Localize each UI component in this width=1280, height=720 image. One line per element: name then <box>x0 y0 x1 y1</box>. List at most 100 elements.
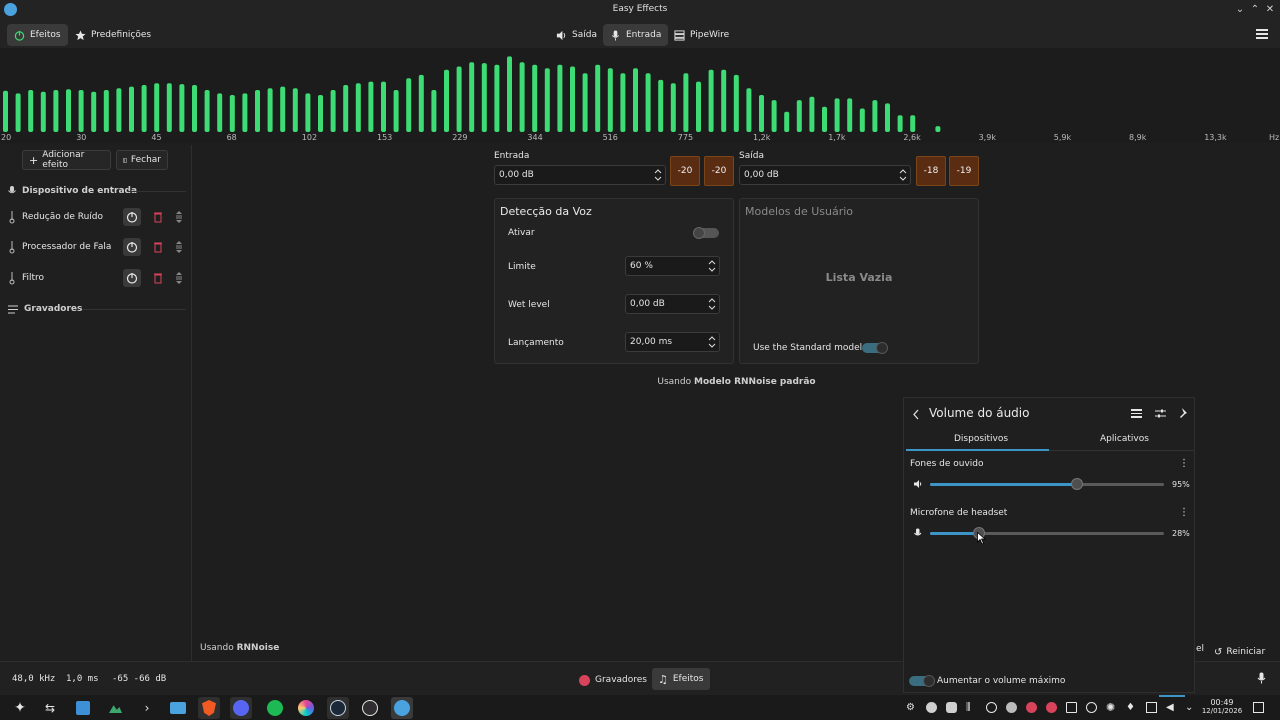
frequency-tick-label: 8,9k <box>1129 133 1147 142</box>
power-icon <box>126 242 138 253</box>
color-picker-icon[interactable] <box>295 697 317 719</box>
boost-volume-toggle[interactable] <box>909 675 935 687</box>
speaker-icon[interactable] <box>913 479 923 489</box>
tray-record-alt-icon[interactable] <box>1046 702 1057 713</box>
tray-brightness-icon[interactable]: ✺ <box>1106 702 1117 713</box>
spectrum-bar <box>733 74 739 132</box>
spotify-icon[interactable] <box>264 697 286 719</box>
spin-arrows-icon[interactable] <box>708 336 716 348</box>
tray-microphone-icon[interactable]: ♦ <box>1126 702 1137 713</box>
enable-toggle[interactable] <box>693 227 719 239</box>
hamburger-menu-icon[interactable] <box>1256 29 1268 39</box>
effect-row-noise-reduction[interactable]: Redução de Ruído <box>8 204 188 230</box>
spectrum-bar <box>746 88 752 132</box>
device-menu-icon[interactable]: ⋮ <box>1179 458 1189 469</box>
frequency-tick-label: 516 <box>602 133 618 142</box>
trash-icon[interactable] <box>153 211 163 223</box>
task-switcher-icon[interactable]: ⇆ <box>39 697 61 719</box>
effect-power-button[interactable] <box>123 208 141 226</box>
spectrum-bar <box>179 84 185 132</box>
clock-date[interactable]: 12/01/2026 <box>1201 707 1243 715</box>
drag-handle-icon[interactable] <box>175 241 183 253</box>
tray-volume-icon[interactable]: ◀ <box>1166 702 1177 713</box>
star-icon <box>75 29 86 40</box>
tray-mixer-icon[interactable]: ⫼ <box>966 702 977 713</box>
microphone-tray-icon[interactable] <box>1257 672 1266 684</box>
tray-clipboard-icon[interactable] <box>1066 702 1077 713</box>
microphone-icon[interactable] <box>913 528 923 538</box>
steam-icon[interactable] <box>327 697 349 719</box>
tray-record-icon[interactable] <box>1026 702 1037 713</box>
terminal-icon[interactable]: › <box>136 697 158 719</box>
show-desktop-icon[interactable] <box>1253 702 1264 713</box>
spectrum-bar <box>809 96 815 132</box>
clock-time[interactable]: 00:49 <box>1205 698 1239 707</box>
output-gain-spinbox[interactable]: 0,00 dB <box>739 165 911 185</box>
tray-discord-icon[interactable] <box>926 702 937 713</box>
effects-bottom-button[interactable]: ♫ Efeitos <box>652 668 710 690</box>
effect-power-button[interactable] <box>123 238 141 256</box>
trash-icon[interactable] <box>153 272 163 284</box>
presets-button[interactable]: Predefinições <box>68 24 158 46</box>
standard-model-toggle[interactable] <box>862 342 888 354</box>
tray-network-icon[interactable]: ⚙ <box>906 702 917 713</box>
spin-arrows-icon[interactable] <box>708 298 716 310</box>
limit-spinbox[interactable]: 60 % <box>625 256 720 276</box>
discord-icon[interactable] <box>230 697 252 719</box>
app-launcher-icon[interactable]: ✦ <box>9 697 31 719</box>
volume-slider-fill <box>930 532 980 535</box>
brave-browser-icon[interactable] <box>198 697 220 719</box>
pin-icon[interactable] <box>1179 408 1189 419</box>
trash-icon[interactable] <box>153 241 163 253</box>
sliders-config-icon[interactable] <box>1155 408 1166 419</box>
tray-easyeffects-icon[interactable] <box>986 702 997 713</box>
device-menu-icon[interactable]: ⋮ <box>1179 507 1189 518</box>
drag-handle-icon[interactable] <box>175 272 183 284</box>
wet-level-spinbox[interactable]: 0,00 dB <box>625 294 720 314</box>
tray-pause-icon[interactable] <box>1086 702 1097 713</box>
microphone-icon <box>611 29 620 41</box>
tray-expand-icon[interactable]: ⌄ <box>1185 702 1196 713</box>
close-sidebar-button[interactable]: Fechar <box>116 150 168 170</box>
tray-discord-alt-icon[interactable] <box>946 702 957 713</box>
add-effect-button[interactable]: + Adicionar efeito <box>22 150 111 170</box>
obs-icon[interactable] <box>359 697 381 719</box>
maximize-button[interactable]: ⌃ <box>1248 3 1262 17</box>
effect-row-speech-processor[interactable]: Processador de Fala <box>8 234 188 260</box>
release-spinbox[interactable]: 20,00 ms <box>625 332 720 352</box>
image-viewer-icon[interactable] <box>104 697 126 719</box>
back-arrow-icon[interactable] <box>912 409 920 420</box>
output-tab-button[interactable]: Saída <box>549 24 604 46</box>
spectrum-bar <box>759 95 764 132</box>
tray-steam-icon[interactable] <box>1006 702 1017 713</box>
effects-tab-button[interactable]: Efeitos <box>7 24 68 46</box>
partial-button-label: el <box>1196 644 1205 654</box>
active-tab-indicator <box>906 449 1049 451</box>
spin-arrows-icon[interactable] <box>899 169 907 181</box>
spectrum-bar <box>255 90 260 132</box>
spectrum-bar <box>859 108 865 132</box>
tab-applications[interactable]: Aplicativos <box>1100 434 1149 444</box>
input-gain-spinbox[interactable]: 0,00 dB <box>494 165 666 185</box>
drag-handle-icon[interactable] <box>175 211 183 223</box>
file-manager-icon[interactable] <box>167 697 189 719</box>
spin-arrows-icon[interactable] <box>654 169 662 181</box>
spin-arrows-icon[interactable] <box>708 260 716 272</box>
store-icon[interactable] <box>72 697 94 719</box>
tray-display-icon[interactable] <box>1146 702 1157 713</box>
volume-slider-knob[interactable] <box>1071 478 1084 490</box>
minimize-button[interactable]: ⌄ <box>1233 3 1247 17</box>
mouse-cursor-icon <box>977 532 986 545</box>
tab-devices[interactable]: Dispositivos <box>954 434 1008 444</box>
spectrum-bar <box>847 98 853 132</box>
input-tab-button[interactable]: Entrada <box>603 24 669 46</box>
list-view-icon[interactable] <box>1131 409 1142 418</box>
effect-row-filter[interactable]: Filtro <box>8 265 188 291</box>
reset-button[interactable]: ↺ Reiniciar <box>1214 643 1265 661</box>
pipewire-tab-button[interactable]: PipeWire <box>667 24 736 46</box>
effect-power-button[interactable] <box>123 269 141 287</box>
close-button[interactable]: ✕ <box>1263 3 1277 17</box>
easy-effects-taskbar-icon[interactable] <box>391 697 413 719</box>
spectrum-bar <box>595 64 601 132</box>
recorders-button[interactable]: Gravadores <box>574 669 652 691</box>
